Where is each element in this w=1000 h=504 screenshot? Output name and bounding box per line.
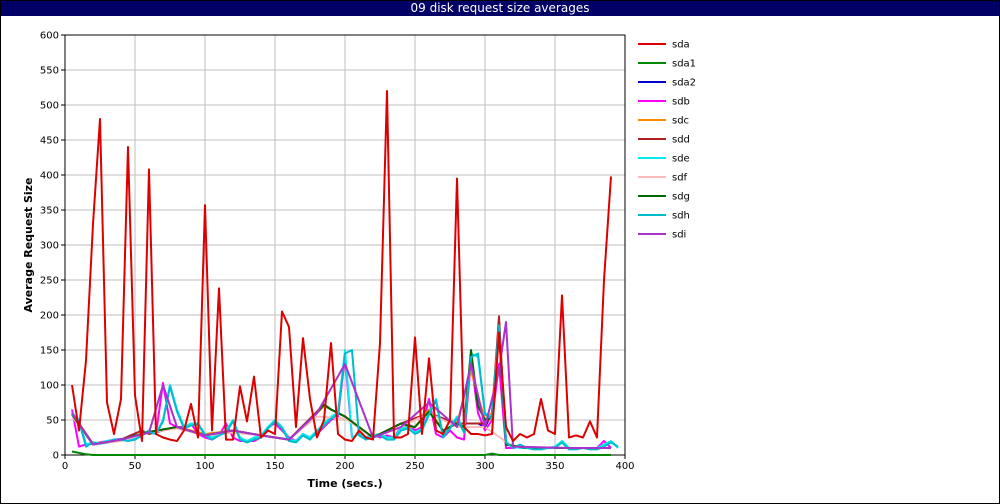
legend-label-sdf: sdf xyxy=(672,173,688,184)
y-tick-label: 550 xyxy=(40,66,59,77)
y-tick-label: 450 xyxy=(40,136,59,147)
y-tick-label: 200 xyxy=(40,311,59,322)
y-tick-label: 100 xyxy=(40,381,59,392)
legend-label-sda1: sda1 xyxy=(672,59,696,70)
grid-lines xyxy=(64,34,626,456)
x-tick-label: 400 xyxy=(615,461,634,472)
y-tick-label: 150 xyxy=(40,346,59,357)
legend-label-sda2: sda2 xyxy=(672,78,696,89)
chart-svg: 0 50 100 150 200 250 300 350 400 450 500 550 600 0 50 1… xyxy=(22,31,696,491)
y-axis-label: Average Request Size xyxy=(22,177,35,312)
y-tick-label: 350 xyxy=(40,206,59,217)
x-tick-label: 150 xyxy=(265,461,284,472)
legend-label-sdb: sdb xyxy=(672,97,690,108)
y-tick-label: 0 xyxy=(53,451,59,462)
legend-label-sdi: sdi xyxy=(672,230,686,241)
x-tick-label: 50 xyxy=(129,461,142,472)
y-tick-label: 250 xyxy=(40,276,59,287)
y-tick-label: 600 xyxy=(40,31,59,42)
x-tick-label: 200 xyxy=(335,461,354,472)
y-tick-label: 300 xyxy=(40,241,59,252)
y-tick-label: 400 xyxy=(40,171,59,182)
x-tick-label: 250 xyxy=(405,461,424,472)
x-tick-label: 350 xyxy=(545,461,564,472)
x-axis-label: Time (secs.) xyxy=(307,477,382,490)
x-tick-label: 0 xyxy=(62,461,68,472)
legend-label-sda: sda xyxy=(672,40,690,51)
legend-label-sdd: sdd xyxy=(672,135,690,146)
x-tick-label: 100 xyxy=(195,461,214,472)
legend-label-sdc: sdc xyxy=(672,116,689,127)
legend-label-sdg: sdg xyxy=(672,192,690,203)
y-tick-label: 500 xyxy=(40,101,59,112)
y-tick-label: 50 xyxy=(46,416,59,427)
legend: sda sda1 sda2 sdb sdc sdd sde sdf sdg sdh sdi xyxy=(638,40,696,241)
legend-label-sdh: sdh xyxy=(672,211,690,222)
x-tick-label: 300 xyxy=(475,461,494,472)
legend-label-sde: sde xyxy=(672,154,690,165)
